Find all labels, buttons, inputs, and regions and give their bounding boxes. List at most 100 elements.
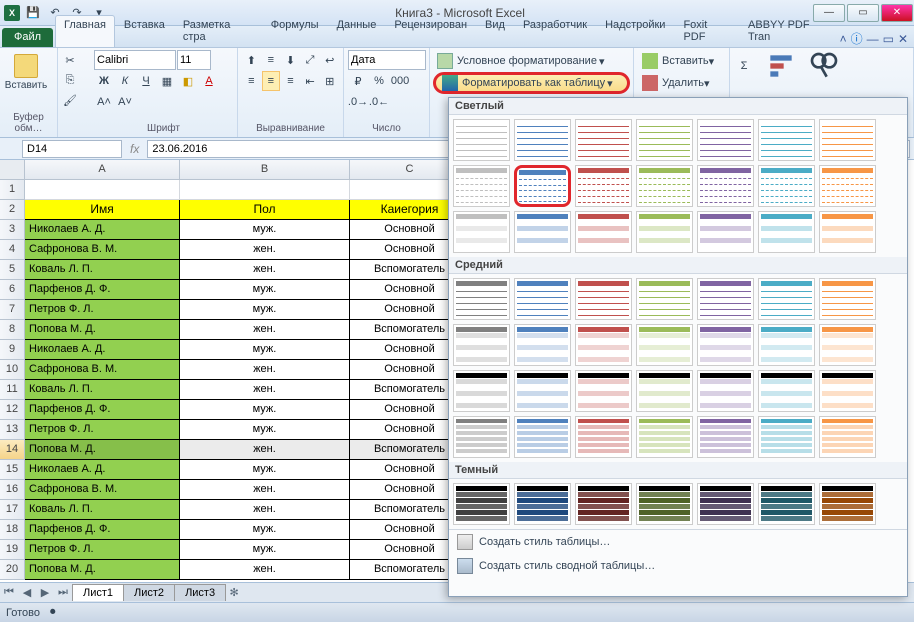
align-left-icon[interactable]: ≡: [242, 71, 261, 91]
new-table-style-button[interactable]: Создать стиль таблицы…: [449, 530, 907, 554]
data-cell[interactable]: жен.: [180, 480, 350, 500]
currency-icon[interactable]: ₽: [348, 71, 368, 91]
number-format-select[interactable]: [348, 50, 426, 70]
data-cell[interactable]: Сафронова В. М.: [25, 240, 180, 260]
delete-cells-button[interactable]: Удалить▾: [638, 72, 725, 94]
sheet-nav-next[interactable]: ▶: [36, 586, 54, 599]
table-style-swatch[interactable]: [819, 165, 876, 207]
table-style-swatch[interactable]: [819, 119, 876, 161]
table-style-swatch[interactable]: [453, 278, 510, 320]
tab-ABBYY PDF Tran[interactable]: ABBYY PDF Tran: [739, 15, 840, 47]
table-style-swatch[interactable]: [636, 416, 693, 458]
underline-icon[interactable]: Ч: [136, 71, 156, 91]
data-cell[interactable]: жен.: [180, 560, 350, 580]
italic-icon[interactable]: К: [115, 71, 135, 91]
table-style-swatch[interactable]: [819, 211, 876, 253]
tab-Разработчик[interactable]: Разработчик: [514, 15, 596, 47]
data-cell[interactable]: Попова М. Д.: [25, 440, 180, 460]
table-style-swatch[interactable]: [697, 483, 754, 525]
table-style-swatch[interactable]: [575, 211, 632, 253]
table-style-swatch[interactable]: [819, 324, 876, 366]
sheet-nav-first[interactable]: ⏮: [0, 586, 18, 599]
bold-icon[interactable]: Ж: [94, 71, 114, 91]
tab-Вставка[interactable]: Вставка: [115, 15, 174, 47]
shrink-font-icon[interactable]: A˅: [115, 92, 135, 112]
table-style-swatch[interactable]: [697, 211, 754, 253]
paste-button[interactable]: Вставить: [4, 50, 48, 95]
table-style-swatch[interactable]: [575, 416, 632, 458]
row-header-10[interactable]: 10: [0, 360, 25, 380]
data-cell[interactable]: Николаев А. Д.: [25, 220, 180, 240]
align-mid-icon[interactable]: ≡: [262, 50, 281, 70]
table-style-swatch[interactable]: [636, 278, 693, 320]
row-header-11[interactable]: 11: [0, 380, 25, 400]
tab-Foxit PDF[interactable]: Foxit PDF: [674, 15, 739, 47]
percent-icon[interactable]: %: [369, 71, 389, 91]
data-cell[interactable]: Парфенов Д. Ф.: [25, 520, 180, 540]
data-cell[interactable]: Попова М. Д.: [25, 320, 180, 340]
sheet-nav-last[interactable]: ⏭: [54, 586, 72, 599]
tab-Вид[interactable]: Вид: [476, 15, 514, 47]
row-header-13[interactable]: 13: [0, 420, 25, 440]
macro-record-icon[interactable]: ⏺: [50, 606, 56, 619]
new-pivot-style-button[interactable]: Создать стиль сводной таблицы…: [449, 554, 907, 578]
select-all-corner[interactable]: [0, 160, 25, 180]
data-cell[interactable]: жен.: [180, 260, 350, 280]
tab-Разметка стра[interactable]: Разметка стра: [174, 15, 262, 47]
save-icon[interactable]: 💾: [24, 4, 42, 22]
doc-close-icon[interactable]: ✕: [898, 32, 908, 46]
autosum-icon[interactable]: Σ: [734, 56, 754, 76]
header-cell[interactable]: Пол: [180, 200, 350, 220]
wrap-icon[interactable]: ↩: [320, 50, 339, 70]
close-button[interactable]: ✕: [881, 4, 913, 22]
sheet-tab-Лист1[interactable]: Лист1: [72, 584, 124, 601]
data-cell[interactable]: жен.: [180, 320, 350, 340]
table-style-swatch[interactable]: [575, 278, 632, 320]
table-style-swatch[interactable]: [514, 278, 571, 320]
table-style-swatch[interactable]: [697, 119, 754, 161]
data-cell[interactable]: жен.: [180, 240, 350, 260]
row-header-18[interactable]: 18: [0, 520, 25, 540]
sheet-nav-prev[interactable]: ◀: [18, 586, 36, 599]
row-header-1[interactable]: 1: [0, 180, 25, 200]
orientation-icon[interactable]: ⤢: [301, 50, 320, 70]
indent-dec-icon[interactable]: ⇤: [301, 71, 320, 91]
table-style-swatch[interactable]: [697, 370, 754, 412]
row-header-14[interactable]: 14: [0, 440, 25, 460]
table-style-swatch[interactable]: [514, 416, 571, 458]
data-cell[interactable]: Парфенов Д. Ф.: [25, 280, 180, 300]
merge-icon[interactable]: ⊞: [320, 71, 339, 91]
row-header-5[interactable]: 5: [0, 260, 25, 280]
doc-min-icon[interactable]: —: [867, 32, 879, 46]
data-cell[interactable]: Парфенов Д. Ф.: [25, 400, 180, 420]
data-cell[interactable]: Петров Ф. Л.: [25, 420, 180, 440]
conditional-format-button[interactable]: Условное форматирование▾: [433, 50, 630, 72]
table-style-swatch[interactable]: [514, 483, 571, 525]
maximize-button[interactable]: ▭: [847, 4, 879, 22]
data-cell[interactable]: муж.: [180, 340, 350, 360]
data-cell[interactable]: Сафронова В. М.: [25, 480, 180, 500]
fill-color-icon[interactable]: ◧: [178, 71, 198, 91]
sheet-tab-Лист3[interactable]: Лист3: [174, 584, 226, 601]
help-icon[interactable]: ⓘ: [851, 30, 863, 47]
table-style-swatch[interactable]: [514, 370, 571, 412]
data-cell[interactable]: жен.: [180, 380, 350, 400]
table-style-swatch[interactable]: [636, 483, 693, 525]
table-style-swatch[interactable]: [819, 370, 876, 412]
row-header-17[interactable]: 17: [0, 500, 25, 520]
cell[interactable]: [25, 180, 180, 200]
table-style-swatch[interactable]: [697, 416, 754, 458]
tab-Данные[interactable]: Данные: [328, 15, 386, 47]
table-style-swatch[interactable]: [758, 165, 815, 207]
table-style-swatch[interactable]: [697, 278, 754, 320]
align-right-icon[interactable]: ≡: [281, 71, 300, 91]
row-header-6[interactable]: 6: [0, 280, 25, 300]
inc-decimal-icon[interactable]: .0→: [348, 92, 368, 112]
header-cell[interactable]: Имя: [25, 200, 180, 220]
format-as-table-button[interactable]: Форматировать как таблицу▾: [433, 72, 630, 94]
tab-Формулы[interactable]: Формулы: [262, 15, 328, 47]
ribbon-min-icon[interactable]: ˄: [840, 32, 847, 46]
sort-filter-icon[interactable]: [765, 50, 797, 82]
table-style-swatch[interactable]: [636, 370, 693, 412]
table-style-swatch[interactable]: [758, 416, 815, 458]
